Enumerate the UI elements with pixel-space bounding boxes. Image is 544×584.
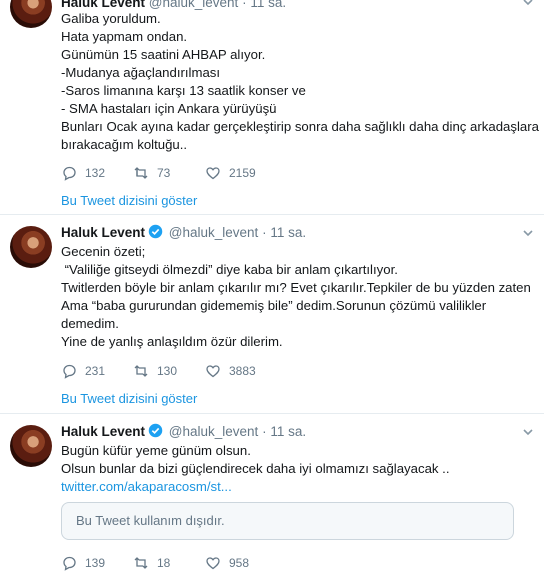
chevron-down-icon[interactable]: [522, 426, 534, 438]
retweet-count: 18: [157, 556, 171, 570]
tweet-header: Haluk Levent @haluk_levent · 11 sa.: [61, 423, 306, 441]
retweet-button[interactable]: 130: [133, 363, 177, 379]
separator-dot: ·: [262, 424, 267, 439]
author-handle[interactable]: @haluk_levent: [169, 424, 259, 439]
tweet-line: - SMA hastaları için Ankara yürüyüşü: [61, 101, 277, 116]
retweet-button[interactable]: 73: [133, 165, 170, 181]
author-name[interactable]: Haluk Levent: [61, 424, 145, 439]
reply-count: 139: [85, 556, 106, 570]
like-count: 3883: [229, 364, 256, 378]
reply-icon: [63, 166, 76, 181]
retweet-count: 130: [157, 364, 178, 378]
tweet-text: Bugün küfür yeme günüm olsun. Olsun bunl…: [61, 442, 450, 496]
show-thread-link[interactable]: Bu Tweet dizisini göster: [61, 193, 197, 208]
tweet-1[interactable]: Haluk Levent @haluk_levent · 11 sa. Gali…: [0, 0, 544, 215]
tweet-time[interactable]: 11 sa.: [270, 225, 306, 240]
separator-dot: ·: [262, 225, 267, 240]
tweet-line: Bugün küfür yeme günüm olsun.: [61, 443, 251, 458]
tweet-line: “Valiliğe gitseydi ölmezdi” diye kaba bi…: [61, 262, 398, 277]
tweet-line: Yine de yanlış anlaşıldım özür dilerim.: [61, 334, 283, 349]
like-button[interactable]: 3883: [205, 363, 256, 379]
tweet-line: Olsun bunlar da bizi güçlendirecek daha …: [61, 461, 450, 476]
tweet-line: Bunları Ocak ayına kadar gerçekleştirip …: [61, 119, 539, 134]
author-handle[interactable]: @haluk_levent: [169, 225, 259, 240]
reply-button[interactable]: 231: [61, 363, 105, 379]
tweet-line: Twitlerden böyle bir anlam çıkarılır mı?…: [61, 280, 531, 295]
like-button[interactable]: 958: [205, 555, 249, 571]
tweet-line: Günümün 15 saatini AHBAP alıyor.: [61, 47, 266, 62]
tweet-time[interactable]: 11 sa.: [270, 424, 306, 439]
tweet-text: Galiba yoruldum. Hata yapmam ondan. Günü…: [61, 10, 539, 154]
retweet-button[interactable]: 18: [133, 555, 170, 571]
retweet-icon: [134, 365, 148, 377]
tweet-line: -Mudanya ağaçlandırılması: [61, 65, 221, 80]
tweet-3[interactable]: Haluk Levent @haluk_levent · 11 sa. Bugü…: [0, 414, 544, 584]
heart-icon: [206, 557, 220, 570]
author-name[interactable]: Haluk Levent: [61, 0, 145, 10]
chevron-down-icon[interactable]: [522, 227, 534, 239]
reply-button[interactable]: 139: [61, 555, 105, 571]
show-thread-link[interactable]: Bu Tweet dizisini göster: [61, 391, 197, 406]
like-button[interactable]: 2159: [205, 165, 256, 181]
like-count: 2159: [229, 166, 256, 180]
tweet-line: -Saros limanına karşı 13 saatlik konser …: [61, 83, 306, 98]
author-handle[interactable]: @haluk_levent: [149, 0, 239, 10]
retweet-icon: [134, 167, 148, 179]
reply-button[interactable]: 132: [61, 165, 105, 181]
reply-icon: [63, 364, 76, 379]
tweet-header: Haluk Levent @haluk_levent · 11 sa.: [61, 224, 306, 242]
tweet-link[interactable]: twitter.com/akaparacosm/st...: [61, 478, 450, 496]
avatar[interactable]: [10, 226, 52, 268]
reply-count: 231: [85, 364, 106, 378]
reply-count: 132: [85, 166, 106, 180]
quoted-tweet-unavailable[interactable]: Bu Tweet kullanım dışıdır.: [61, 502, 514, 540]
tweet-line: demedim.: [61, 316, 119, 331]
retweet-icon: [134, 557, 148, 569]
tweet-line: Hata yapmam ondan.: [61, 29, 188, 44]
like-count: 958: [229, 556, 250, 570]
tweet-2[interactable]: Haluk Levent @haluk_levent · 11 sa. Gece…: [0, 215, 544, 414]
reply-icon: [63, 556, 76, 571]
heart-icon: [206, 167, 220, 180]
chevron-down-icon[interactable]: [522, 0, 534, 8]
avatar[interactable]: [10, 425, 52, 467]
tweet-line: Galiba yoruldum.: [61, 11, 161, 26]
tweet-time[interactable]: 11 sa.: [250, 0, 286, 10]
verified-badge-icon: [148, 224, 163, 239]
verified-badge-icon: [148, 423, 163, 438]
author-name[interactable]: Haluk Levent: [61, 225, 145, 240]
heart-icon: [206, 365, 220, 378]
tweet-line: Ama “baba gururundan gidememiş bile” ded…: [61, 298, 487, 313]
separator-dot: ·: [242, 0, 247, 10]
avatar[interactable]: [10, 0, 52, 28]
tweet-text: Gecenin özeti; “Valiliğe gitseydi ölmezd…: [61, 243, 531, 351]
retweet-count: 73: [157, 166, 171, 180]
tweet-line: bırakacağım koltuğu..: [61, 137, 188, 152]
tweet-line: Gecenin özeti;: [61, 244, 146, 259]
